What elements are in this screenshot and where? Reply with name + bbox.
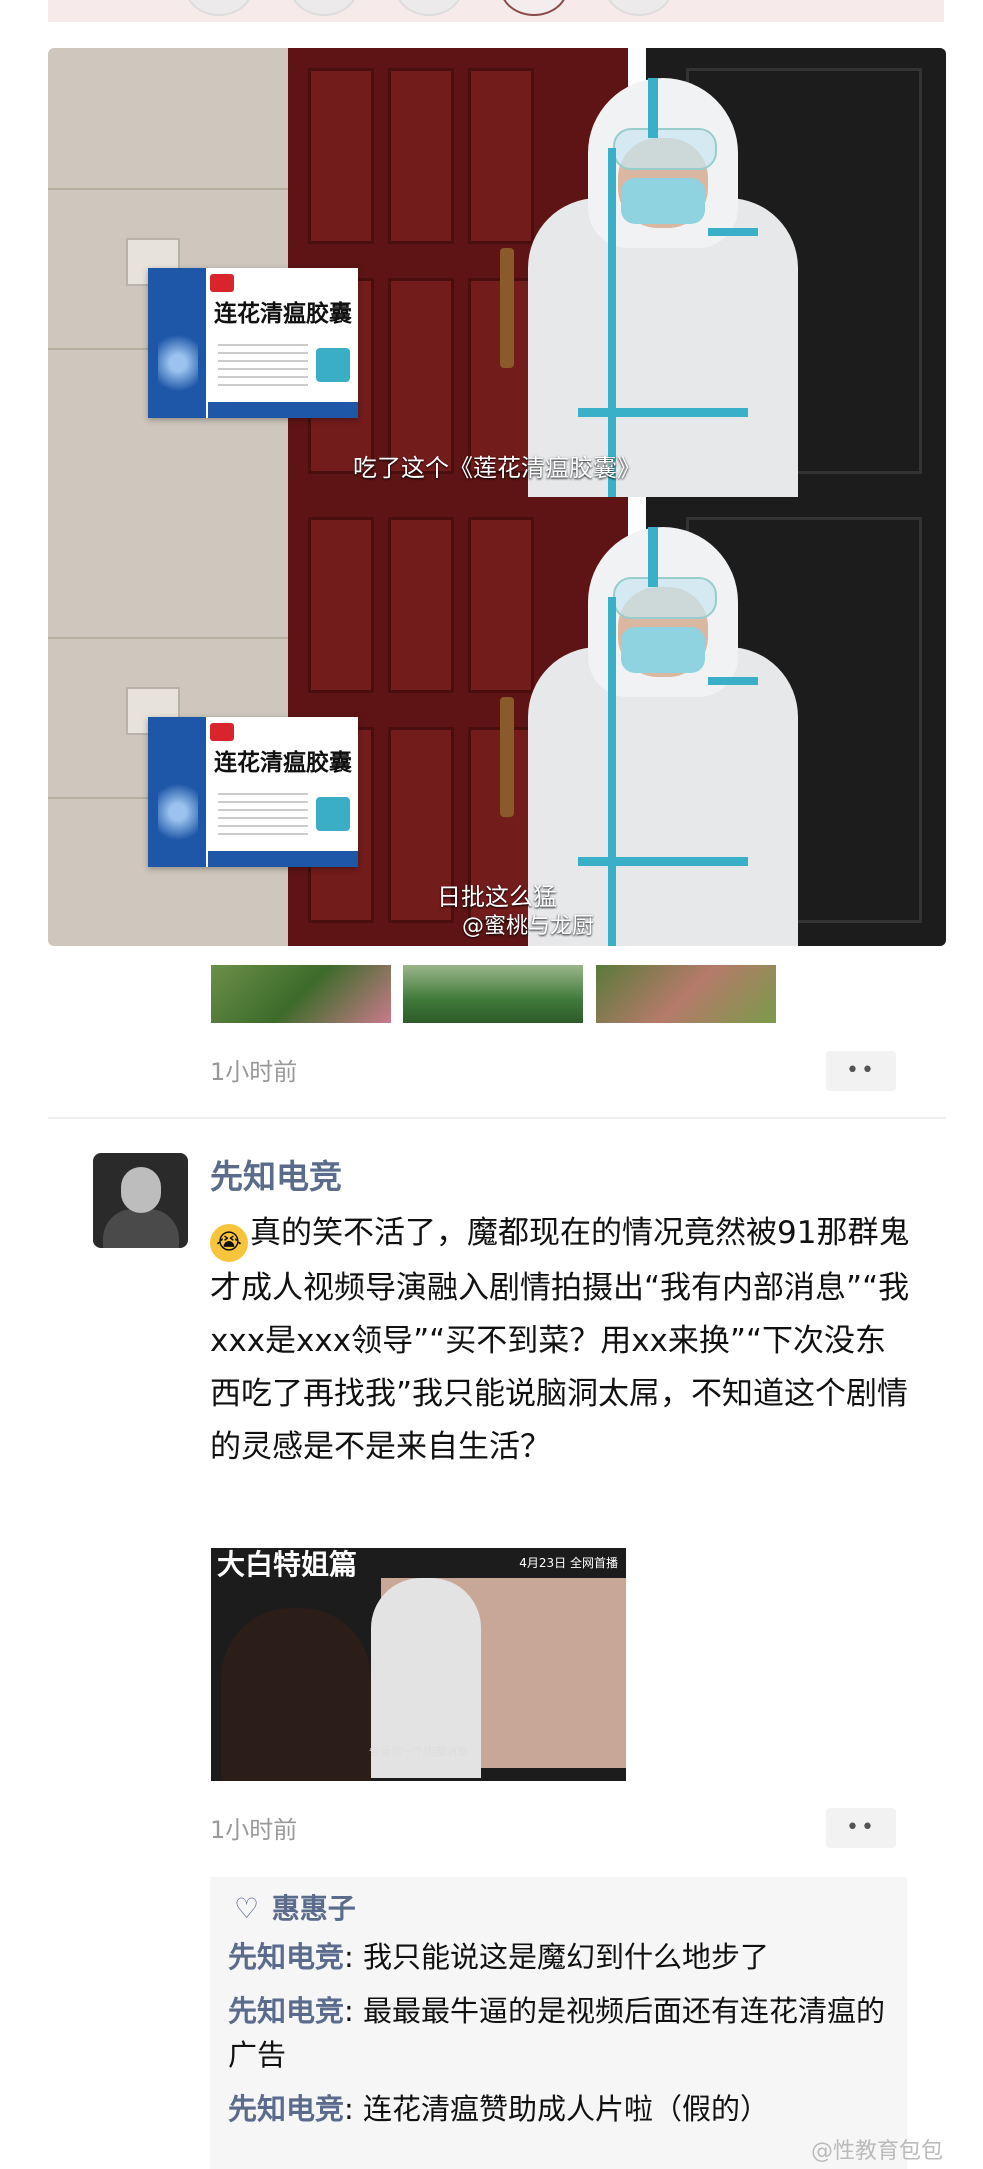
- heart-icon: ♡: [234, 1892, 260, 1925]
- author-name[interactable]: 先知电竞: [210, 1150, 342, 1198]
- video-date: 4月23日 全网首播: [519, 1556, 618, 1570]
- video-title: 大白特姐篇: [217, 1548, 358, 1581]
- medicine-box-title: 连花清瘟胶囊: [214, 301, 352, 327]
- comment-text: 我只能说这是魔幻到什么地步了: [363, 1940, 770, 1974]
- comment-item[interactable]: 先知电竞: 我只能说这是魔幻到什么地步了: [228, 1935, 898, 1979]
- comment-item[interactable]: 先知电竞: 连花清瘟赞助成人片啦（假的）: [228, 2087, 898, 2131]
- post-body: 真的笑不活了，魔都现在的情况竟然被91那群鬼才成人视频导演融入剧情拍摄出“我有内…: [210, 1215, 910, 1465]
- post-time: 1小时前: [210, 1816, 298, 1844]
- divider: [48, 1117, 946, 1119]
- medicine-box: 连花清瘟胶囊: [148, 717, 358, 867]
- top-strip: [48, 0, 944, 22]
- avatar[interactable]: [93, 1153, 188, 1248]
- weibo-watermark: @蜜桃与龙厨: [461, 914, 594, 939]
- image-panel-top: 连花清瘟胶囊 吃了这个《莲花清瘟胶囊》: [48, 48, 946, 497]
- thumbnail-image[interactable]: [596, 965, 776, 1023]
- more-button[interactable]: ••: [826, 1051, 896, 1091]
- comment-text: 连花清瘟赞助成人片啦（假的）: [363, 2092, 770, 2126]
- image-panel-bottom: 连花清瘟胶囊 日批这么猛 @蜜桃与龙厨: [48, 497, 946, 946]
- comment-author[interactable]: 先知电竞: [228, 1940, 344, 1974]
- likes-row: ♡ 惠惠子: [234, 1887, 356, 1927]
- thumbnail-image[interactable]: [403, 965, 583, 1023]
- footer-watermark: @性教育包包: [810, 2139, 943, 2164]
- image-caption: 日批这么猛: [437, 883, 557, 911]
- medicine-box: 连花清瘟胶囊: [148, 268, 358, 418]
- video-thumbnail[interactable]: 大白特姐篇 4月23日 全网首播 告诉你一个内部消息: [211, 1548, 626, 1781]
- comment-item[interactable]: 先知电竞: 最最最牛逼的是视频后面还有连花清瘟的广告: [228, 1989, 898, 2077]
- post-image[interactable]: 连花清瘟胶囊 吃了这个《莲花清瘟胶囊》 连花清瘟胶囊 日批这么猛 @蜜桃与龙厨: [48, 48, 946, 946]
- image-caption: 吃了这个《莲花清瘟胶囊》: [353, 454, 641, 482]
- crying-laughing-emoji-icon: 😭: [210, 1224, 248, 1262]
- comment-section: ♡ 惠惠子 先知电竞: 我只能说这是魔幻到什么地步了 先知电竞: 最最最牛逼的是…: [210, 1877, 907, 2169]
- comment-author[interactable]: 先知电竞: [228, 2092, 344, 2126]
- video-subtitle: 告诉你一个内部消息: [369, 1745, 468, 1758]
- post-time: 1小时前: [210, 1058, 298, 1086]
- thumbnail-image[interactable]: [211, 965, 391, 1023]
- person-in-protective-suit: [518, 78, 818, 497]
- more-button[interactable]: ••: [826, 1808, 896, 1848]
- comment-author[interactable]: 先知电竞: [228, 1994, 344, 2028]
- medicine-box-title: 连花清瘟胶囊: [214, 750, 352, 776]
- post-text: 😭 真的笑不活了，魔都现在的情况竟然被91那群鬼才成人视频导演融入剧情拍摄出“我有…: [210, 1207, 910, 1474]
- liker-name[interactable]: 惠惠子: [272, 1892, 356, 1925]
